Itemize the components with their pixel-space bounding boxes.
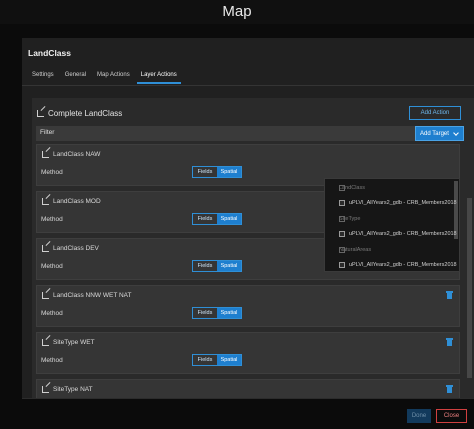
method-label: Method	[41, 216, 63, 223]
chevron-down-icon	[453, 130, 459, 136]
checkbox-icon	[339, 185, 345, 191]
method-label: Method	[41, 263, 63, 270]
method-label: Method	[41, 357, 63, 364]
target-name: LandClass MOD	[53, 198, 101, 205]
trash-icon[interactable]	[446, 385, 453, 393]
method-toggle: Fields Spatial	[192, 166, 242, 178]
target-card: SiteType WET Method Fields Spatial	[36, 332, 460, 374]
widget-settings-dialog: LandClass Settings General Map Actions L…	[22, 38, 474, 398]
tabs-divider	[22, 85, 474, 86]
trash-icon[interactable]	[446, 291, 453, 299]
checkbox-icon	[339, 247, 345, 253]
method-toggle: Fields Spatial	[192, 213, 242, 225]
target-card: LandClass NNW WET NAT Method Fields Spat…	[36, 285, 460, 327]
target-name: LandClass DEV	[53, 245, 99, 252]
filter-label: Filter	[40, 129, 55, 136]
fields-option[interactable]: Fields	[193, 214, 217, 224]
item-label: uPLVI_AllYears2_gdb - CRB_Members2018	[349, 262, 457, 268]
checkbox-icon	[339, 200, 345, 206]
method-toggle: Fields Spatial	[192, 260, 242, 272]
edit-icon[interactable]	[42, 245, 49, 252]
layer-actions-panel: Complete LandClass Add Action Filter Add…	[32, 98, 474, 398]
dropdown-item[interactable]: uPLVI_AllYears2_gdb - CRB_Members2018	[339, 231, 457, 237]
tab-settings[interactable]: Settings	[28, 68, 58, 84]
panel-scrollbar[interactable]	[467, 198, 472, 378]
spatial-option[interactable]: Spatial	[217, 214, 241, 224]
app-title: Map	[0, 0, 474, 24]
target-card: SiteType NAT	[36, 379, 460, 398]
fields-option[interactable]: Fields	[193, 308, 217, 318]
edit-icon[interactable]	[42, 198, 49, 205]
item-label: uPLVI_AllYears2_gdb - CRB_Members2018	[349, 231, 457, 237]
edit-icon[interactable]	[42, 339, 49, 346]
tab-layer-actions[interactable]: Layer Actions	[136, 68, 181, 84]
target-name: SiteType NAT	[53, 386, 93, 393]
dropdown-group[interactable]: LandClass	[329, 185, 365, 191]
checkbox-icon	[339, 262, 345, 268]
target-name: LandClass NAW	[53, 151, 101, 158]
edit-icon[interactable]	[42, 386, 49, 393]
spatial-option[interactable]: Spatial	[217, 167, 241, 177]
edit-icon[interactable]	[42, 292, 49, 299]
done-button[interactable]: Done	[407, 409, 431, 423]
tab-general[interactable]: General	[61, 68, 90, 84]
target-name: SiteType WET	[53, 339, 95, 346]
add-target-dropdown: LandClass uPLVI_AllYears2_gdb - CRB_Memb…	[324, 178, 460, 272]
edit-icon[interactable]	[37, 110, 44, 117]
action-title: Complete LandClass	[48, 109, 123, 118]
dropdown-group[interactable]: SiteType	[329, 216, 360, 222]
spatial-option[interactable]: Spatial	[217, 355, 241, 365]
filter-bar: Filter	[36, 126, 464, 141]
item-label: uPLVI_AllYears2_gdb - CRB_Members2018	[349, 200, 457, 206]
dialog-title: LandClass	[28, 48, 71, 58]
method-toggle: Fields Spatial	[192, 354, 242, 366]
dropdown-item[interactable]: uPLVI_AllYears2_gdb - CRB_Members2018	[339, 262, 457, 268]
footer-divider	[22, 398, 474, 399]
add-target-button[interactable]: Add Target	[415, 126, 464, 141]
edit-icon[interactable]	[42, 151, 49, 158]
fields-option[interactable]: Fields	[193, 355, 217, 365]
fields-option[interactable]: Fields	[193, 167, 217, 177]
tab-bar: Settings General Map Actions Layer Actio…	[28, 68, 184, 84]
spatial-option[interactable]: Spatial	[217, 261, 241, 271]
target-name: LandClass NNW WET NAT	[53, 292, 132, 299]
dropdown-item[interactable]: uPLVI_AllYears2_gdb - CRB_Members2018	[339, 200, 457, 206]
tab-map-actions[interactable]: Map Actions	[93, 68, 134, 84]
checkbox-icon	[339, 216, 345, 222]
trash-icon[interactable]	[446, 338, 453, 346]
fields-option[interactable]: Fields	[193, 261, 217, 271]
dropdown-group[interactable]: NaturalAreas	[329, 247, 371, 253]
add-target-label: Add Target	[420, 131, 449, 137]
spatial-option[interactable]: Spatial	[217, 308, 241, 318]
method-label: Method	[41, 310, 63, 317]
method-label: Method	[41, 169, 63, 176]
checkbox-icon	[339, 231, 345, 237]
method-toggle: Fields Spatial	[192, 307, 242, 319]
close-button[interactable]: Close	[436, 409, 467, 423]
action-header: Complete LandClass Add Action	[32, 98, 474, 124]
add-action-button[interactable]: Add Action	[409, 106, 461, 120]
